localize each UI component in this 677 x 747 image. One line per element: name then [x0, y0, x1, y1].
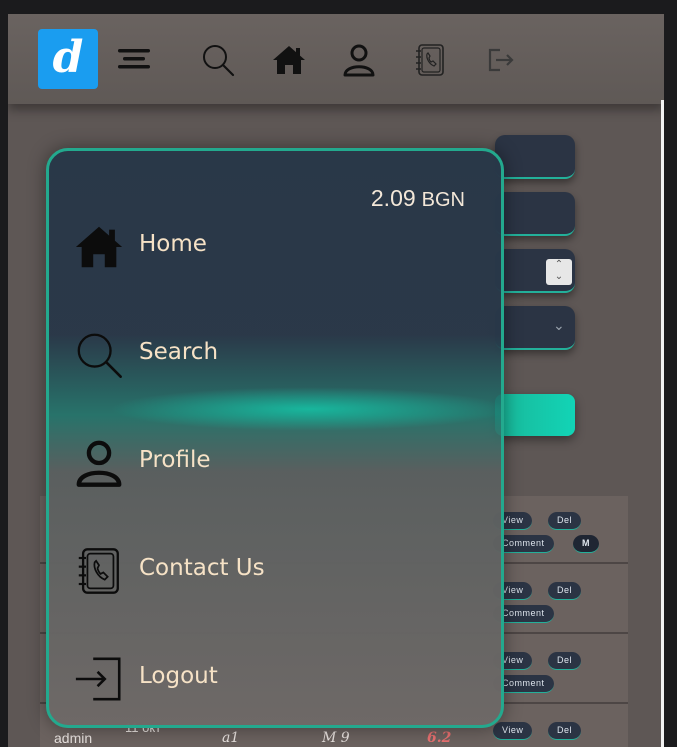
user-icon	[73, 437, 125, 489]
menu-item-label: Profile	[139, 447, 211, 473]
search-icon[interactable]	[200, 42, 236, 78]
menu-item-label: Home	[139, 231, 207, 257]
contact-book-icon	[73, 545, 125, 597]
scrollbar-edge	[661, 100, 664, 747]
view-button[interactable]: View	[493, 722, 533, 740]
menu-icon[interactable]	[116, 42, 152, 78]
menu-item-logout[interactable]: Logout	[73, 651, 493, 707]
form-field-1[interactable]	[495, 135, 575, 179]
menu-item-label: Contact Us	[139, 555, 265, 581]
chevron-down-icon: ⌄	[553, 318, 565, 334]
cell-user: admin	[54, 730, 93, 746]
menu-item-profile[interactable]: Profile	[73, 435, 493, 491]
app-logo[interactable]: d	[38, 29, 98, 89]
nav-menu-panel: 2.09BGN Home Search Profile Contact Us	[46, 148, 504, 728]
balance-display: 2.09 BGN	[371, 185, 465, 212]
delete-button[interactable]: Del	[548, 582, 582, 600]
cell-score: 6.2	[427, 730, 452, 746]
app-window: d ⌃ ⌄ ⌄ View Del Comment M View Del Comm…	[8, 14, 664, 747]
search-icon	[73, 329, 125, 381]
home-icon[interactable]	[271, 42, 307, 78]
m-badge[interactable]: M	[573, 535, 599, 553]
balance-currency: BGN	[421, 189, 465, 211]
menu-item-label: Logout	[139, 663, 218, 689]
delete-button[interactable]: Del	[548, 652, 582, 670]
logout-icon	[73, 653, 125, 705]
menu-item-search[interactable]: Search	[73, 327, 493, 383]
top-navbar: d	[8, 14, 664, 104]
delete-button[interactable]: Del	[548, 512, 582, 530]
submit-button[interactable]	[495, 394, 575, 436]
menu-item-home[interactable]: Home	[73, 219, 493, 275]
logout-icon[interactable]	[482, 42, 518, 78]
home-icon	[73, 221, 125, 273]
form-field-2[interactable]	[495, 192, 575, 236]
number-spinner[interactable]: ⌃ ⌄	[546, 259, 572, 285]
contact-book-icon[interactable]	[412, 42, 448, 78]
user-icon[interactable]	[341, 42, 377, 78]
balance-value: 2.09	[370, 185, 416, 211]
delete-button[interactable]: Del	[548, 722, 582, 740]
menu-glow	[109, 387, 501, 431]
cell-a: a1	[222, 730, 240, 746]
menu-item-label: Search	[139, 339, 219, 365]
cell-b: M 9	[322, 730, 350, 746]
menu-item-contact[interactable]: Contact Us	[73, 543, 493, 599]
